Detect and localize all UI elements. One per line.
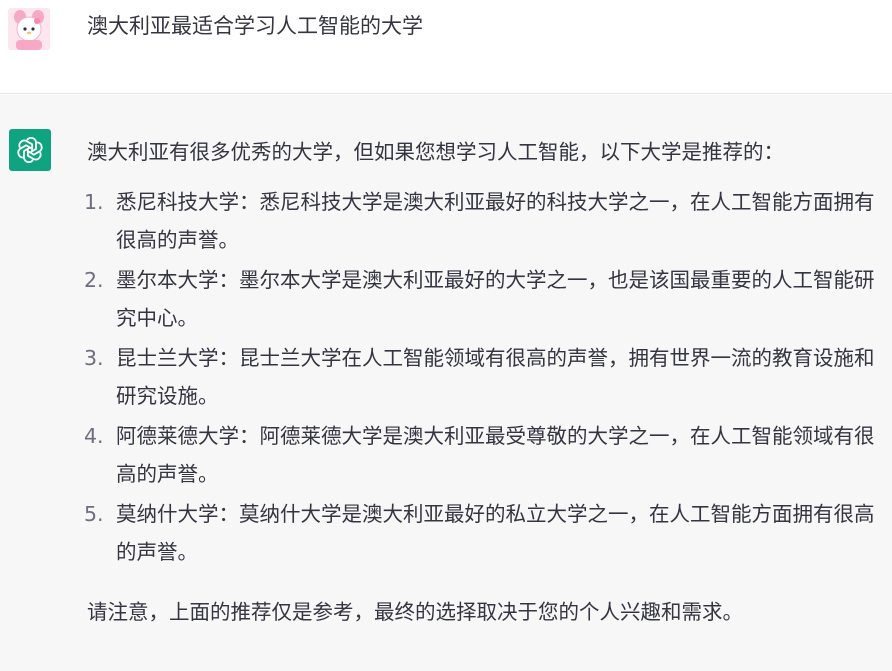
list-item-number: 1.	[84, 190, 104, 214]
list-item: 3. 昆士兰大学：昆士兰大学在人工智能领域有很高的声誉，拥有世界一流的教育设施和…	[84, 339, 887, 415]
list-item-text: 阿德莱德大学：阿德莱德大学是澳大利亚最受尊敬的大学之一，在人工智能领域有很高的声…	[116, 424, 875, 486]
recommendation-list: 1. 悉尼科技大学：悉尼科技大学是澳大利亚最好的科技大学之一，在人工智能方面拥有…	[84, 183, 887, 571]
list-item: 4. 阿德莱德大学：阿德莱德大学是澳大利亚最受尊敬的大学之一，在人工智能领域有很…	[84, 417, 887, 493]
list-item: 1. 悉尼科技大学：悉尼科技大学是澳大利亚最好的科技大学之一，在人工智能方面拥有…	[84, 183, 887, 259]
list-item-number: 4.	[84, 424, 104, 448]
user-avatar-icon	[8, 8, 50, 50]
assistant-closing-text: 请注意，上面的推荐仅是参考，最终的选择取决于您的个人兴趣和需求。	[87, 600, 743, 624]
list-item-text: 墨尔本大学：墨尔本大学是澳大利亚最好的大学之一，也是该国最重要的人工智能研究中心…	[116, 268, 875, 330]
list-item-text: 悉尼科技大学：悉尼科技大学是澳大利亚最好的科技大学之一，在人工智能方面拥有很高的…	[116, 190, 875, 252]
assistant-message-row: 澳大利亚有很多优秀的大学，但如果您想学习人工智能，以下大学是推荐的： 1. 悉尼…	[0, 95, 892, 671]
list-item-text: 昆士兰大学：昆士兰大学在人工智能领域有很高的声誉，拥有世界一流的教育设施和研究设…	[116, 346, 875, 408]
list-item-number: 2.	[84, 268, 104, 292]
user-message-text: 澳大利亚最适合学习人工智能的大学	[87, 14, 423, 38]
user-message-row: 澳大利亚最适合学习人工智能的大学	[0, 0, 892, 94]
openai-logo-icon	[9, 129, 51, 171]
list-item-text: 莫纳什大学：莫纳什大学是澳大利亚最好的私立大学之一，在人工智能方面拥有很高的声誉…	[116, 502, 875, 564]
list-item: 2. 墨尔本大学：墨尔本大学是澳大利亚最好的大学之一，也是该国最重要的人工智能研…	[84, 261, 887, 337]
assistant-message-content: 澳大利亚有很多优秀的大学，但如果您想学习人工智能，以下大学是推荐的： 1. 悉尼…	[84, 133, 887, 631]
assistant-intro-text: 澳大利亚有很多优秀的大学，但如果您想学习人工智能，以下大学是推荐的：	[87, 140, 784, 164]
list-item: 5. 莫纳什大学：莫纳什大学是澳大利亚最好的私立大学之一，在人工智能方面拥有很高…	[84, 495, 887, 571]
list-item-number: 5.	[84, 502, 104, 526]
list-item-number: 3.	[84, 346, 104, 370]
